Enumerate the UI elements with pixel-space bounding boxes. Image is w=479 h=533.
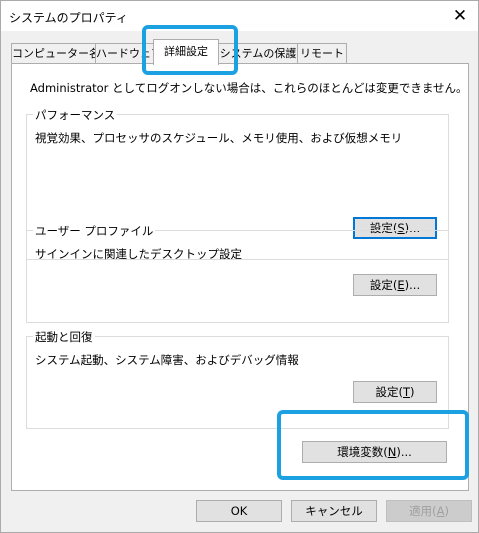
environment-variables-button[interactable]: 環境変数(N)... bbox=[302, 441, 447, 463]
environment-variables-label: 環境変数( bbox=[337, 445, 388, 459]
performance-description: 視覚効果、プロセッサのスケジュール、メモリ使用、および仮想メモリ bbox=[35, 131, 403, 145]
user-profiles-settings-accesskey: E bbox=[397, 278, 405, 292]
ok-button[interactable]: OK bbox=[196, 500, 282, 522]
title-bar: システムのプロパティ ✕ bbox=[1, 1, 478, 31]
tab-system-protection[interactable]: システムの保護 bbox=[217, 43, 299, 63]
user-profiles-settings-suffix: )... bbox=[404, 278, 421, 292]
performance-legend: パフォーマンス bbox=[33, 107, 118, 123]
tab-computer-name[interactable]: コンピューター名 bbox=[11, 43, 97, 63]
user-profiles-legend: ユーザー プロファイル bbox=[33, 223, 156, 239]
cancel-button[interactable]: キャンセル bbox=[291, 500, 377, 522]
system-properties-dialog: システムのプロパティ ✕ コンピューター名 ハードウェア 詳細設定 システムの保… bbox=[0, 0, 479, 533]
close-icon[interactable]: ✕ bbox=[448, 4, 472, 28]
user-profiles-settings-button[interactable]: 設定(E)... bbox=[353, 274, 437, 296]
startup-recovery-legend: 起動と回復 bbox=[33, 329, 95, 345]
startup-recovery-settings-accesskey: T bbox=[402, 385, 411, 399]
apply-suffix: ) bbox=[444, 504, 449, 518]
advanced-tab-panel: Administrator としてログオンしない場合は、これらのほとんどは変更で… bbox=[11, 63, 469, 491]
startup-recovery-settings-label: 設定( bbox=[375, 385, 403, 399]
startup-recovery-settings-button[interactable]: 設定(T) bbox=[353, 381, 437, 403]
tab-hardware[interactable]: ハードウェア bbox=[95, 43, 155, 63]
startup-recovery-settings-suffix: ) bbox=[410, 385, 415, 399]
environment-variables-suffix: )... bbox=[396, 445, 412, 459]
user-profiles-description: サインインに関連したデスクトップ設定 bbox=[35, 247, 242, 261]
admin-note: Administrator としてログオンしない場合は、これらのほとんどは変更で… bbox=[30, 81, 468, 95]
startup-recovery-description: システム起動、システム障害、およびデバッグ情報 bbox=[35, 353, 299, 367]
apply-label: 適用( bbox=[409, 504, 437, 518]
user-profiles-group: ユーザー プロファイル サインインに関連したデスクトップ設定 設定(E)... bbox=[26, 223, 449, 323]
tab-remote[interactable]: リモート bbox=[297, 43, 347, 63]
window-title: システムのプロパティ bbox=[9, 11, 128, 25]
tab-advanced[interactable]: 詳細設定 bbox=[153, 39, 219, 65]
startup-recovery-group: 起動と回復 システム起動、システム障害、およびデバッグ情報 設定(T) bbox=[26, 329, 449, 429]
user-profiles-settings-label: 設定( bbox=[369, 278, 398, 292]
apply-button[interactable]: 適用(A) bbox=[386, 500, 472, 522]
